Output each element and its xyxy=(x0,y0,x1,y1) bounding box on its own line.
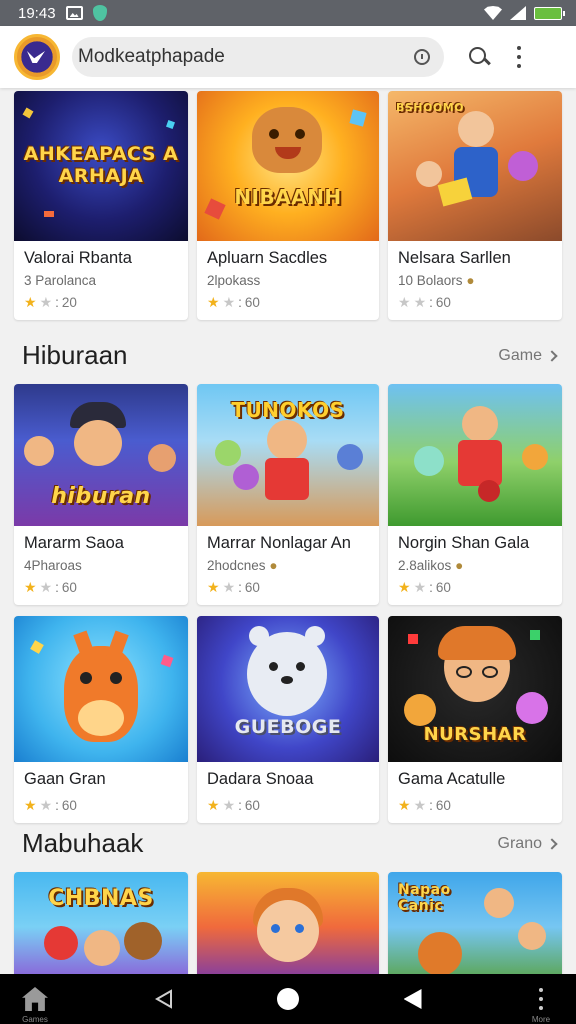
app-bar: Modkeatphapade xyxy=(0,26,576,88)
chevron-right-icon xyxy=(546,349,558,362)
game-title: Marrar Nonlagar An xyxy=(207,534,351,552)
game-card[interactable]: hiburan Mararm Saoa 4Pharoas ★ ★:60 xyxy=(14,384,188,605)
game-card[interactable]: TUNOKOS Marrar Nonlagar An 2hodcnes ● ★ ★… xyxy=(197,384,379,605)
game-rating: ★ ★:60 xyxy=(207,579,260,595)
thumbnail-logo-text: BSHOOMO xyxy=(396,101,465,114)
shield-notification-icon xyxy=(92,5,107,21)
game-title: Norgin Shan Gala xyxy=(398,534,530,552)
thumbnail-logo-text: CHBNAS xyxy=(48,886,154,911)
game-card[interactable]: CHBNAS xyxy=(14,872,188,974)
game-subtitle: 3 Parolanca xyxy=(24,273,97,288)
game-subtitle: 2hodcnes ● xyxy=(207,558,278,573)
battery-icon xyxy=(534,6,565,20)
image-notification-icon xyxy=(65,6,83,20)
game-card[interactable]: Gaan Gran ★ ★:60 xyxy=(14,616,188,823)
back-icon[interactable] xyxy=(154,989,173,1009)
game-thumbnail: hiburan xyxy=(14,384,188,526)
game-rating: ★ ★:60 xyxy=(398,294,451,310)
game-thumbnail xyxy=(388,384,562,526)
game-subtitle: 10 Bolaors ● xyxy=(398,273,475,288)
section-see-more-link[interactable]: Game xyxy=(498,347,558,365)
section-see-more-link[interactable]: Grano xyxy=(498,835,558,853)
status-bar: 19:43 xyxy=(0,0,576,26)
clock-icon[interactable] xyxy=(414,49,430,65)
section-title: Hiburaan xyxy=(22,340,128,370)
game-card[interactable]: Norgin Shan Gala 2.8alikos ● ★ ★:60 xyxy=(388,384,562,605)
game-subtitle: 2lpokass xyxy=(207,273,261,288)
hiburaan-grid-row-2: Gaan Gran ★ ★:60 GUEBOGE Dadara Snoaa ★ ★:… xyxy=(14,616,562,823)
system-nav-bar: Games More xyxy=(0,974,576,1024)
game-title: Mararm Saoa xyxy=(24,534,124,552)
search-bar[interactable]: Modkeatphapade xyxy=(72,37,444,77)
home-label: Games xyxy=(22,1015,48,1024)
game-title: Nelsara Sarllen xyxy=(398,249,511,267)
game-thumbnail: GUEBOGE xyxy=(197,616,379,762)
status-time: 19:43 xyxy=(18,4,56,22)
game-thumbnail: NIBAANH xyxy=(197,91,379,241)
game-rating: ★ ★:60 xyxy=(207,294,260,310)
wifi-icon xyxy=(484,6,502,20)
game-thumbnail: AHKEAPACS A ARHAJA xyxy=(14,91,188,241)
top-games-grid: AHKEAPACS A ARHAJA Valorai Rbanta 3 Paro… xyxy=(14,91,562,320)
recent-icon[interactable] xyxy=(403,989,422,1009)
game-title: Dadara Snoaa xyxy=(207,770,314,788)
game-rating: ★ ★:60 xyxy=(398,579,451,595)
hiburaan-grid-row-1: hiburan Mararm Saoa 4Pharoas ★ ★:60 TUNOK… xyxy=(14,384,562,605)
game-card[interactable]: BSHOOMO Nelsara Sarllen 10 Bolaors ● ★ ★:… xyxy=(388,91,562,320)
game-thumbnail: TUNOKOS xyxy=(197,384,379,526)
game-card[interactable]: AHKEAPACS A ARHAJA Valorai Rbanta 3 Paro… xyxy=(14,91,188,320)
search-icon[interactable] xyxy=(468,46,490,68)
game-thumbnail: NURSHAR xyxy=(388,616,562,762)
content-scroll[interactable]: AHKEAPACS A ARHAJA Valorai Rbanta 3 Paro… xyxy=(0,88,576,974)
thumbnail-logo-text: NURSHAR xyxy=(423,724,527,745)
home-circle-icon[interactable] xyxy=(277,988,299,1010)
game-card[interactable]: Napao Canic xyxy=(388,872,562,974)
game-title: Valorai Rbanta xyxy=(24,249,132,267)
game-title: Gama Acatulle xyxy=(398,770,506,788)
more-vert-icon[interactable] xyxy=(516,46,522,68)
game-card[interactable]: GUEBOGE Dadara Snoaa ★ ★:60 xyxy=(197,616,379,823)
chevron-right-icon xyxy=(546,837,558,850)
game-rating: ★ ★:60 xyxy=(24,579,77,595)
signal-icon xyxy=(510,6,526,20)
section-title: Mabuhaak xyxy=(22,828,144,858)
thumbnail-logo-text: AHKEAPACS A ARHAJA xyxy=(23,143,179,187)
game-thumbnail: Napao Canic xyxy=(388,872,562,974)
search-input[interactable]: Modkeatphapade xyxy=(78,46,414,68)
game-rating: ★ ★:60 xyxy=(398,797,451,813)
game-subtitle: 2.8alikos ● xyxy=(398,558,464,573)
nav-more-icon[interactable] xyxy=(538,988,544,1010)
section-header: Mabuhaak Grano xyxy=(0,828,576,859)
game-rating: ★ ★:60 xyxy=(207,797,260,813)
thumbnail-logo-text: GUEBOGE xyxy=(234,716,342,738)
app-logo-icon[interactable] xyxy=(14,34,60,80)
game-title: Apluarn Sacdles xyxy=(207,249,328,267)
game-rating: ★ ★:20 xyxy=(24,294,77,310)
game-thumbnail xyxy=(14,616,188,762)
game-title: Gaan Gran xyxy=(24,770,106,788)
section-header: Hiburaan Game xyxy=(0,340,576,371)
more-label: More xyxy=(531,1015,551,1024)
game-thumbnail xyxy=(197,872,379,974)
game-thumbnail: BSHOOMO xyxy=(388,91,562,241)
thumbnail-logo-text: TUNOKOS xyxy=(231,398,345,422)
game-card[interactable]: NIBAANH Apluarn Sacdles 2lpokass ★ ★:60 xyxy=(197,91,379,320)
game-card[interactable]: NURSHAR Gama Acatulle ★ ★:60 xyxy=(388,616,562,823)
thumbnail-logo-text: Napao Canic xyxy=(398,882,451,914)
game-card[interactable] xyxy=(197,872,379,974)
thumbnail-logo-text: hiburan xyxy=(51,484,151,509)
thumbnail-logo-text: NIBAANH xyxy=(234,185,342,209)
game-subtitle: 4Pharoas xyxy=(24,558,82,573)
game-rating: ★ ★:60 xyxy=(24,797,77,813)
mabuhaak-grid: CHBNAS Napao Canic xyxy=(14,872,562,974)
game-thumbnail: CHBNAS xyxy=(14,872,188,974)
home-icon[interactable] xyxy=(22,987,48,1011)
